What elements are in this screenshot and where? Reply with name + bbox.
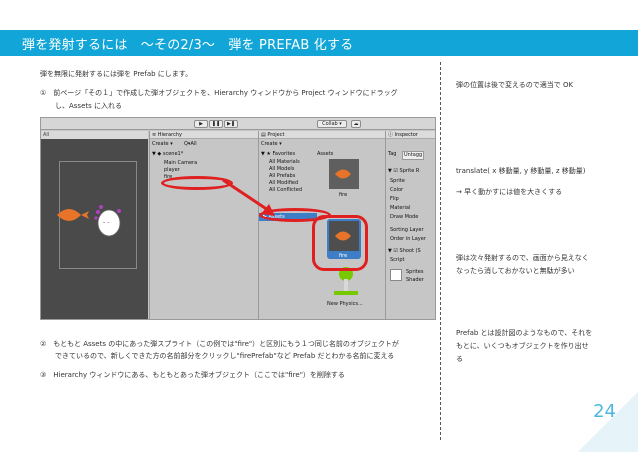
inspector-row: Draw Mode bbox=[390, 214, 419, 220]
scene-view[interactable]: All ᵕ ᵕ bbox=[41, 131, 148, 319]
hierarchy-panel[interactable]: ≡ Hierarchy Create ▾ Q▾All ▼ ◆ scene1* M… bbox=[149, 131, 258, 319]
note-position: 弾の位置は後で変えるので適当で OK bbox=[456, 81, 574, 89]
project-header: ▤ Project bbox=[259, 131, 385, 139]
step1-line2: し、Assets に入れる bbox=[55, 102, 123, 110]
heart-icon bbox=[96, 210, 100, 214]
step3-text: ③ Hierarchy ウィンドウにある、もともとあった弾オブジェクト（ここでは… bbox=[40, 371, 345, 379]
favorites-folder[interactable]: ▼ ★ Favorites bbox=[261, 151, 295, 158]
fire-tail bbox=[81, 211, 89, 219]
scene-root[interactable]: ▼ ◆ scene1* bbox=[152, 151, 183, 158]
collab-button[interactable]: Collab ▾ bbox=[317, 120, 347, 128]
fire-sprite-scene bbox=[57, 209, 81, 221]
step2-line2: できているので、新しくできた方の名前部分をクリックし"firePrefab"など… bbox=[55, 352, 395, 360]
asset-fire-label[interactable]: fire bbox=[339, 192, 347, 199]
page-number: 24 bbox=[593, 401, 616, 422]
cloud-icon[interactable]: ☁ bbox=[351, 120, 361, 128]
inspector-tag-dropdown[interactable]: Untagg bbox=[402, 151, 425, 160]
hierarchy-item[interactable]: player bbox=[164, 167, 180, 174]
sprite-renderer-header[interactable]: ▼ ☑ Sprite R bbox=[388, 168, 419, 175]
scene-sprites: ᵕ ᵕ bbox=[57, 205, 121, 237]
inspector-script-label: Script bbox=[390, 257, 405, 263]
project-create[interactable]: Create ▾ bbox=[261, 141, 282, 148]
hierarchy-search[interactable]: Q▾All bbox=[184, 141, 197, 148]
step1-line1: ① 前ページ「その１」で作成した弾オブジェクトを、Hierarchy ウィンドウ… bbox=[40, 89, 398, 97]
step2-line1: ② もともと Assets の中にあった弾スプライト（この例では"fire"）と… bbox=[40, 340, 399, 348]
divider-line bbox=[440, 62, 441, 440]
unity-screenshot: ▶ ❚❚ ▶❚ Collab ▾ ☁ All ᵕ ᵕ ≡ Hierarchy C… bbox=[40, 117, 436, 320]
note-speed: → 早く動かすには値を大きくする bbox=[456, 188, 563, 196]
fire-asset-icon bbox=[335, 169, 351, 179]
asset-new-physics-label[interactable]: New Physics... bbox=[327, 301, 363, 308]
drag-arrow bbox=[222, 178, 275, 216]
step-button[interactable]: ▶❚ bbox=[224, 120, 238, 128]
note-prefab-1: Prefab とは設計図のようなもので、それを bbox=[456, 329, 593, 337]
highlight-oval-prefab bbox=[312, 215, 368, 271]
favorite-item[interactable]: All Materials bbox=[269, 159, 300, 166]
title-bar: 弾を発射するには 〜その2/3〜 弾を PREFAB 化する bbox=[0, 30, 638, 56]
note-prefab-3: る bbox=[456, 355, 463, 363]
favorite-item[interactable]: All Models bbox=[269, 166, 294, 173]
hierarchy-create[interactable]: Create ▾ bbox=[152, 141, 173, 148]
inspector-row: Material bbox=[390, 205, 411, 211]
inspector-row: Sorting Layer bbox=[390, 227, 424, 233]
inspector-row: Sprite bbox=[390, 178, 405, 184]
note-translate: translate( x 移動量, y 移動量, z 移動量) bbox=[456, 167, 586, 175]
shoot-script-header[interactable]: ▼ ☑ Shoot (S bbox=[388, 248, 421, 255]
assets-column-title: Assets bbox=[317, 151, 334, 157]
inspector-row: Color bbox=[390, 187, 404, 193]
inspector-sprites-label: Sprites bbox=[406, 269, 424, 275]
inspector-panel[interactable]: ⓘ Inspector Tag Untagg ▼ ☑ Sprite R Spri… bbox=[385, 131, 435, 319]
svg-text:ᵕ ᵕ: ᵕ ᵕ bbox=[103, 220, 110, 227]
inspector-shader-label: Shader bbox=[406, 277, 424, 283]
note-destroy-1: 弾は次々発射するので、画面から見えなく bbox=[456, 254, 589, 262]
inspector-row: Order in Layer bbox=[390, 236, 426, 242]
unity-toolbar: ▶ ❚❚ ▶❚ Collab ▾ ☁ bbox=[41, 118, 435, 130]
play-button[interactable]: ▶ bbox=[194, 120, 208, 128]
hierarchy-header: ≡ Hierarchy bbox=[150, 131, 258, 139]
intro-text: 弾を無限に発射するには弾を Prefab にします。 bbox=[40, 70, 193, 78]
hierarchy-item[interactable]: Main Camera bbox=[164, 160, 197, 167]
inspector-header: ⓘ Inspector bbox=[386, 131, 435, 139]
material-icon bbox=[390, 269, 402, 281]
inspector-row: Flip bbox=[390, 196, 399, 202]
note-destroy-2: なったら消しておかないと無駄が多い bbox=[456, 267, 575, 275]
inspector-tag-label: Tag bbox=[388, 151, 397, 157]
note-prefab-2: もとに、いくつもオブジェクトを作り出せ bbox=[456, 342, 589, 350]
pause-button[interactable]: ❚❚ bbox=[209, 120, 223, 128]
page-title: 弾を発射するには 〜その2/3〜 弾を PREFAB 化する bbox=[22, 38, 354, 53]
